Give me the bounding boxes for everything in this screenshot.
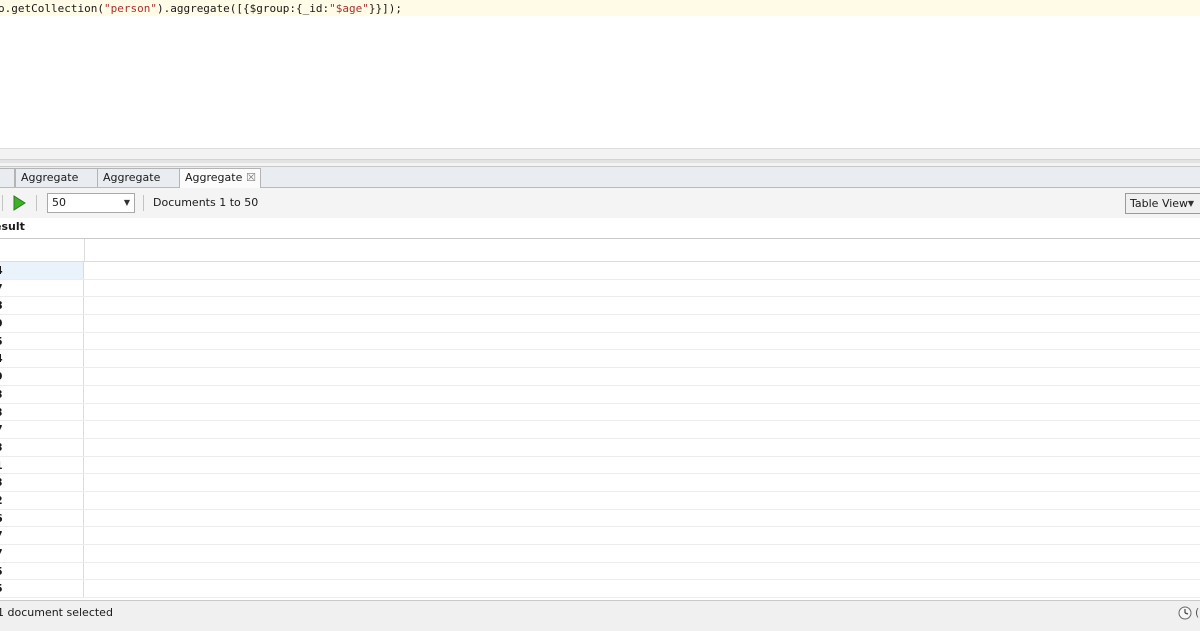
result-tab-bar: Aggregate Aggregate Aggregate ☒ [0,167,1200,188]
table-row[interactable]: 2 [0,491,1200,510]
result-cell[interactable]: 3 [0,385,84,403]
result-cell[interactable]: 1 [0,456,84,474]
result-cell[interactable]: 5 [0,332,84,350]
grid-body: 4789549337313267755 [0,262,1200,599]
result-cell[interactable]: 8 [0,297,84,315]
play-icon[interactable] [11,195,27,211]
clock-icon[interactable] [1178,606,1192,620]
close-icon[interactable]: ☒ [246,169,256,187]
code-text: o.getCollection( [0,2,104,15]
view-mode-value: Table View [1130,197,1189,210]
table-row[interactable]: 9 [0,315,1200,333]
page-size-value: 50 [52,196,66,209]
status-bar: 1 document selected ( [0,600,1200,631]
result-cell[interactable]: 5 [0,580,84,598]
view-mode-select[interactable]: Table View ▼ [1125,193,1200,214]
result-cell[interactable]: 5 [0,562,84,580]
code-text: ).aggregate([{$group:{_id: [156,2,330,15]
table-row[interactable]: 4 [0,262,1200,280]
table-row[interactable]: 5 [0,580,1200,599]
result-cell[interactable]: 7 [0,527,84,544]
tab-partial[interactable] [0,168,15,187]
result-cell[interactable]: 7 [0,421,84,438]
page-size-select[interactable]: 50 ▼ [47,193,135,213]
result-toolbar: 50 ▼ Documents 1 to 50 Table View ▼ [0,188,1200,218]
tab-label: Aggregate [185,171,243,184]
code-string-literal: "$age" [329,2,369,15]
table-row[interactable]: 4 [0,350,1200,369]
toolbar-separator [2,195,3,211]
splitter-grip[interactable] [0,159,1200,163]
result-cell[interactable]: 3 [0,474,84,491]
result-cell[interactable]: 2 [0,491,84,509]
result-grid: 4789549337313267755 [0,238,1200,601]
chevron-down-icon: ▼ [1187,199,1194,208]
code-string-literal: "person" [103,2,157,15]
column-divider[interactable] [84,239,85,261]
table-row[interactable]: 7 [0,421,1200,439]
chevron-down-icon: ▼ [123,198,130,207]
result-cell[interactable]: 3 [0,403,84,421]
grid-header [0,239,1200,262]
table-row[interactable]: 3 [0,438,1200,457]
code-text: }}]); [368,2,403,15]
table-row[interactable]: 3 [0,403,1200,422]
tab-aggregate-2[interactable]: Aggregate [97,168,180,187]
tab-aggregate-3[interactable]: Aggregate ☒ [179,168,261,188]
result-label: esult [0,220,25,233]
table-row[interactable]: 7 [0,527,1200,545]
table-row[interactable]: 7 [0,279,1200,298]
table-row[interactable]: 7 [0,545,1200,563]
toolbar-separator [36,195,37,211]
result-cell[interactable]: 9 [0,315,84,332]
result-cell[interactable]: 6 [0,509,84,527]
table-row[interactable]: 1 [0,456,1200,475]
table-row[interactable]: 3 [0,385,1200,404]
table-row[interactable]: 3 [0,474,1200,492]
table-row[interactable]: 9 [0,368,1200,386]
result-cell[interactable]: 9 [0,368,84,385]
result-cell[interactable]: 3 [0,438,84,456]
result-cell[interactable]: 7 [0,279,84,297]
query-code: o.getCollection("person").aggregate([{$g… [0,2,402,15]
toolbar-separator [143,195,144,211]
status-partial-icon: ( [1195,606,1200,619]
result-cell[interactable]: 4 [0,350,84,368]
tab-label: Aggregate [21,171,79,184]
table-row[interactable]: 5 [0,562,1200,581]
pane-splitter[interactable] [0,149,1200,167]
table-row[interactable]: 6 [0,509,1200,528]
documents-range-label: Documents 1 to 50 [153,196,259,209]
status-text: 1 document selected [0,606,113,619]
query-editor[interactable]: o.getCollection("person").aggregate([{$g… [0,0,1200,149]
table-row[interactable]: 5 [0,332,1200,351]
result-cell[interactable]: 4 [0,262,84,279]
tab-label: Aggregate [103,171,161,184]
table-row[interactable]: 8 [0,297,1200,316]
result-cell[interactable]: 7 [0,545,84,562]
tab-aggregate-1[interactable]: Aggregate [15,168,98,187]
